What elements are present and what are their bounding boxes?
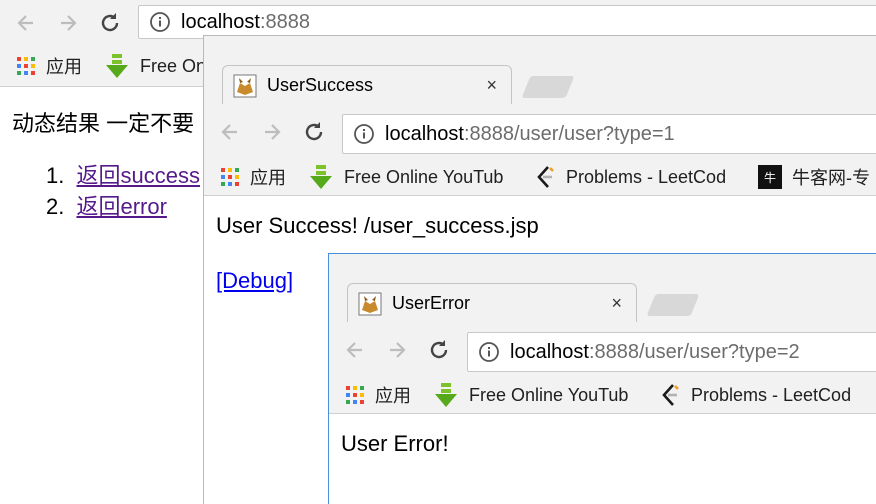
apps-grid-icon <box>16 56 36 76</box>
info-icon <box>354 124 374 144</box>
url-path: :8888 <box>259 10 310 33</box>
info-icon <box>150 12 170 32</box>
url-path: :8888/user/user?type=1 <box>463 122 675 145</box>
arrow-right-icon <box>265 124 281 140</box>
debug-link[interactable]: [Debug] <box>216 268 293 294</box>
bookmark-apps[interactable]: 应用 <box>16 46 82 86</box>
arrow-left-icon <box>221 124 237 140</box>
error-bookmarks-bar: 应用 Free Online YouTub Problems - LeetCod <box>329 377 876 414</box>
bookmark-apps-label: 应用 <box>375 386 411 406</box>
error-message: User Error! <box>341 431 449 456</box>
apps-grid-icon <box>220 167 240 187</box>
new-tab-button[interactable] <box>521 76 575 98</box>
success-message: User Success! /user_success.jsp <box>216 213 539 238</box>
reload-icon <box>430 340 448 359</box>
success-bookmarks-bar: 应用 Free Online YouTub Problems - LeetCod… <box>204 159 876 196</box>
error-toolbar: localhost:8888/user/user?type=2 <box>329 322 876 382</box>
url-path: :8888/user/user?type=2 <box>588 340 800 363</box>
bookmark-label: Free Online YouTub <box>344 166 504 187</box>
svg-text:牛: 牛 <box>764 170 776 185</box>
arrow-right-icon <box>61 15 77 31</box>
leetcode-icon <box>534 165 556 189</box>
new-tab-button[interactable] <box>646 294 700 316</box>
url-host: localhost <box>385 122 464 145</box>
address-bar[interactable]: localhost:8888/user/user?type=2 <box>467 332 876 372</box>
forward-button[interactable] <box>258 118 286 146</box>
bookmark-label: Free On <box>140 55 207 76</box>
tab-usersuccess[interactable]: UserSuccess × <box>222 65 512 105</box>
list-item: 1. 返回success <box>46 158 200 190</box>
back-button[interactable] <box>216 118 244 146</box>
bookmark-label: Free Online YouTub <box>469 384 629 405</box>
forward-button[interactable] <box>54 9 82 37</box>
bookmark-apps-label: 应用 <box>46 57 82 77</box>
nowcoder-icon: 牛 <box>758 165 782 189</box>
url-host: localhost <box>510 340 589 363</box>
error-browser-window: UserError × localhost:8888/user/user?typ… <box>328 253 876 504</box>
bookmark-label: Problems - LeetCod <box>691 384 852 405</box>
tab-title: UserSuccess <box>267 75 374 95</box>
list-number: 2. <box>46 194 65 219</box>
bookmark-item[interactable]: Free Online YouTub <box>308 159 503 195</box>
back-button[interactable] <box>12 9 40 37</box>
url-host: localhost <box>181 10 260 33</box>
arrow-left-icon <box>346 342 362 358</box>
page-heading: 动态结果 一定不要 <box>12 111 195 136</box>
leetcode-icon <box>659 383 681 407</box>
error-link[interactable]: 返回error <box>76 194 166 219</box>
address-bar[interactable]: localhost:8888/user/user?type=1 <box>342 114 876 154</box>
green-arrow-bookmark-icon <box>433 382 459 408</box>
list-item: 2. 返回error <box>46 189 167 221</box>
bookmark-label: Problems - LeetCod <box>566 166 727 187</box>
back-button[interactable] <box>341 336 369 364</box>
info-icon <box>479 342 499 362</box>
arrow-left-icon <box>17 15 33 31</box>
reload-button[interactable] <box>300 118 328 146</box>
reload-icon <box>305 122 323 141</box>
apps-grid-icon <box>345 385 365 405</box>
reload-button[interactable] <box>96 9 124 37</box>
reload-icon <box>101 13 119 32</box>
tab-close-button[interactable]: × <box>611 293 622 314</box>
list-number: 1. <box>46 163 65 188</box>
bookmark-item[interactable]: Problems - LeetCod <box>659 377 851 413</box>
bookmark-item[interactable]: Free On <box>104 46 206 86</box>
bookmark-apps[interactable]: 应用 <box>345 377 411 413</box>
bookmark-apps[interactable]: 应用 <box>220 159 286 195</box>
bookmark-item[interactable]: Problems - LeetCod <box>534 159 726 195</box>
bookmark-label: 牛客网-专 <box>792 168 870 188</box>
tomcat-favicon-icon <box>358 292 382 316</box>
tab-title: UserError <box>392 293 471 313</box>
address-bar[interactable]: localhost:8888 <box>138 5 876 39</box>
success-toolbar: localhost:8888/user/user?type=1 <box>204 104 876 164</box>
green-arrow-bookmark-icon <box>104 53 130 79</box>
success-link[interactable]: 返回success <box>76 163 199 188</box>
arrow-right-icon <box>390 342 406 358</box>
green-arrow-bookmark-icon <box>308 164 334 190</box>
bookmark-apps-label: 应用 <box>250 168 286 188</box>
bookmark-item[interactable]: 牛 牛客网-专 <box>758 159 870 195</box>
reload-button[interactable] <box>425 336 453 364</box>
tomcat-favicon-icon <box>233 74 257 98</box>
tab-usererror[interactable]: UserError × <box>347 283 637 323</box>
tab-close-button[interactable]: × <box>486 75 497 96</box>
bookmark-item[interactable]: Free Online YouTub <box>433 377 628 413</box>
forward-button[interactable] <box>383 336 411 364</box>
